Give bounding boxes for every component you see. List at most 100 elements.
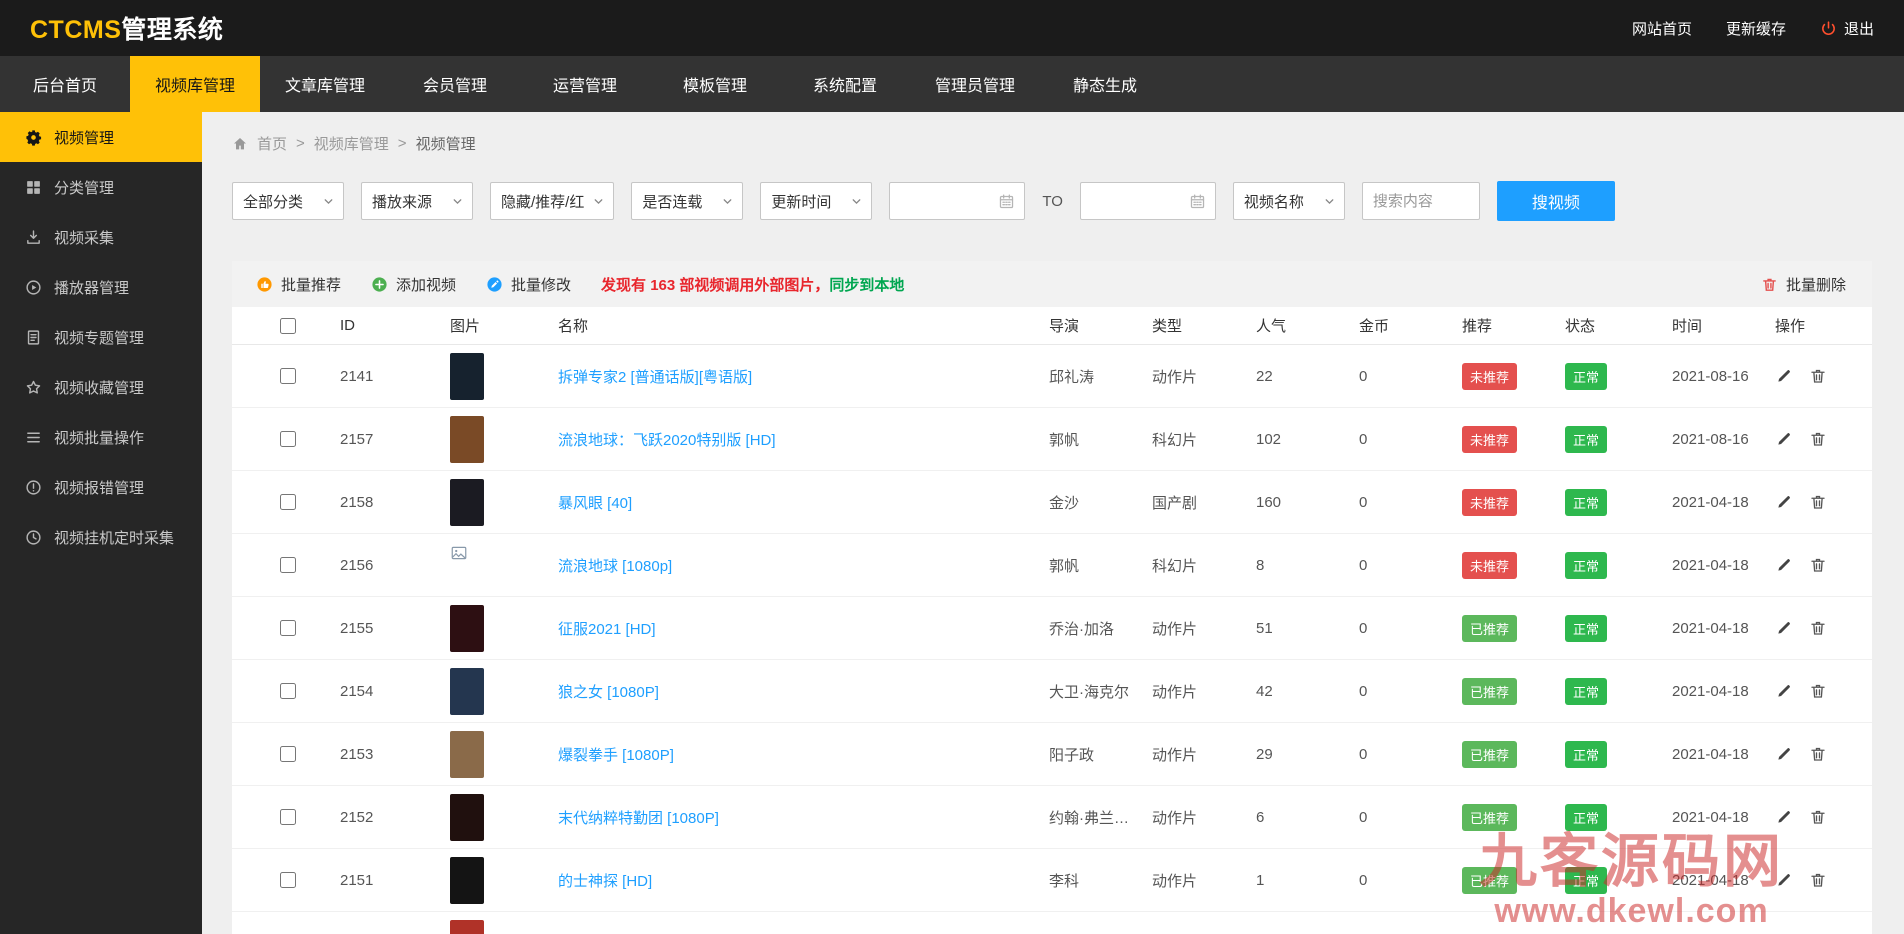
- edit-icon[interactable]: [1775, 367, 1793, 385]
- video-title-link[interactable]: 拆弹专家2 [普通话版][粤语版]: [558, 369, 752, 386]
- breadcrumb-video-library[interactable]: 视频库管理: [314, 133, 389, 154]
- batch-delete-button[interactable]: 批量删除: [1761, 274, 1846, 295]
- video-id: 2153: [340, 745, 374, 763]
- search-video-button[interactable]: 搜视频: [1496, 181, 1615, 221]
- sidebar-item-category-manage[interactable]: 分类管理: [0, 162, 202, 212]
- time-field-select[interactable]: 更新时间: [760, 182, 873, 220]
- table-row: 2151 的士神探 [HD] 李科 动作片 1 0 已推荐 正常 2021-04-18: [232, 849, 1872, 912]
- row-checkbox[interactable]: [280, 746, 296, 762]
- edit-icon[interactable]: [1775, 619, 1793, 637]
- sidebar-item-player-manage[interactable]: 播放器管理: [0, 262, 202, 312]
- select-all-checkbox[interactable]: [280, 317, 296, 334]
- delete-icon[interactable]: [1809, 556, 1827, 574]
- delete-icon[interactable]: [1809, 367, 1827, 385]
- recommend-badge[interactable]: 未推荐: [1462, 362, 1518, 390]
- category-select[interactable]: 全部分类: [232, 182, 344, 220]
- flag-select[interactable]: 隐藏/推荐/红: [490, 182, 615, 220]
- delete-icon[interactable]: [1809, 745, 1827, 763]
- sidebar-item-video-collect[interactable]: 视频采集: [0, 212, 202, 262]
- add-video-button[interactable]: 添加视频: [371, 274, 456, 295]
- nav-tab-templates[interactable]: 模板管理: [650, 56, 780, 112]
- row-checkbox[interactable]: [280, 683, 296, 699]
- status-badge[interactable]: 正常: [1565, 488, 1608, 516]
- edit-icon[interactable]: [1775, 493, 1793, 511]
- filter-bar: 全部分类 播放来源 隐藏/推荐/红 是否连载 更新时间 TO 视频名称 搜索内容…: [232, 181, 1872, 221]
- nav-tab-video-library[interactable]: 视频库管理: [130, 56, 260, 112]
- row-checkbox[interactable]: [280, 620, 296, 636]
- nav-tab-article-library[interactable]: 文章库管理: [260, 56, 390, 112]
- search-field-select[interactable]: 视频名称: [1232, 182, 1345, 220]
- nav-tab-static-generate[interactable]: 静态生成: [1040, 56, 1170, 112]
- delete-icon[interactable]: [1809, 871, 1827, 889]
- sidebar-item-video-batch[interactable]: 视频批量操作: [0, 412, 202, 462]
- date-from-input[interactable]: [889, 182, 1026, 220]
- status-badge[interactable]: 正常: [1565, 803, 1608, 831]
- date-to-input[interactable]: [1079, 182, 1216, 220]
- sync-to-local-link[interactable]: 同步到本地: [829, 274, 904, 295]
- video-title-link[interactable]: 暴风眼 [40]: [558, 495, 632, 512]
- video-title-link[interactable]: 的士神探 [HD]: [558, 873, 652, 890]
- status-badge[interactable]: 正常: [1565, 425, 1608, 453]
- delete-icon[interactable]: [1809, 619, 1827, 637]
- edit-icon[interactable]: [1775, 745, 1793, 763]
- breadcrumb-home[interactable]: 首页: [257, 133, 287, 154]
- status-badge[interactable]: 正常: [1565, 551, 1608, 579]
- delete-icon[interactable]: [1809, 430, 1827, 448]
- delete-icon[interactable]: [1809, 682, 1827, 700]
- nav-tab-dashboard[interactable]: 后台首页: [0, 56, 130, 112]
- nav-tab-admin-manage[interactable]: 管理员管理: [910, 56, 1040, 112]
- delete-icon[interactable]: [1809, 808, 1827, 826]
- video-title-link[interactable]: 流浪地球：飞跃2020特别版 [HD]: [558, 432, 776, 449]
- refresh-cache-link[interactable]: 更新缓存: [1726, 18, 1786, 39]
- nav-tab-system-config[interactable]: 系统配置: [780, 56, 910, 112]
- video-title-link[interactable]: 爆裂拳手 [1080P]: [558, 747, 674, 764]
- serial-select[interactable]: 是否连载: [631, 182, 744, 220]
- status-badge[interactable]: 正常: [1565, 677, 1608, 705]
- row-checkbox[interactable]: [280, 872, 296, 888]
- table-body: 2141 拆弹专家2 [普通话版][粤语版] 邱礼涛 动作片 22 0 未推荐 正常 2021-…: [232, 345, 1872, 934]
- notice-text: 发现有 163 部视频调用外部图片，: [601, 276, 830, 294]
- edit-icon[interactable]: [1775, 808, 1793, 826]
- recommend-badge[interactable]: 未推荐: [1462, 488, 1518, 516]
- row-checkbox[interactable]: [280, 557, 296, 573]
- search-input[interactable]: [1361, 182, 1480, 220]
- recommend-badge[interactable]: 已推荐: [1462, 740, 1518, 768]
- status-badge[interactable]: 正常: [1565, 866, 1608, 894]
- row-checkbox[interactable]: [280, 809, 296, 825]
- sidebar-item-video-favorites[interactable]: 视频收藏管理: [0, 362, 202, 412]
- recommend-badge[interactable]: 未推荐: [1462, 551, 1518, 579]
- row-checkbox[interactable]: [280, 368, 296, 384]
- play-source-select[interactable]: 播放来源: [361, 182, 473, 220]
- batch-recommend-button[interactable]: 批量推荐: [256, 274, 341, 295]
- batch-edit-button[interactable]: 批量修改: [486, 274, 571, 295]
- video-title-link[interactable]: 征服2021 [HD]: [558, 621, 656, 638]
- recommend-badge[interactable]: 已推荐: [1462, 614, 1518, 642]
- video-title-link[interactable]: 末代纳粹特勤团 [1080P]: [558, 810, 719, 827]
- nav-tab-operations[interactable]: 运营管理: [520, 56, 650, 112]
- row-checkbox[interactable]: [280, 431, 296, 447]
- recommend-badge[interactable]: 未推荐: [1462, 425, 1518, 453]
- edit-icon[interactable]: [1775, 430, 1793, 448]
- recommend-badge[interactable]: 已推荐: [1462, 866, 1518, 894]
- recommend-badge[interactable]: 已推荐: [1462, 803, 1518, 831]
- nav-tab-members[interactable]: 会员管理: [390, 56, 520, 112]
- edit-icon[interactable]: [1775, 556, 1793, 574]
- video-title-link[interactable]: 流浪地球 [1080p]: [558, 558, 672, 575]
- table-row: 2158 暴风眼 [40] 金沙 国产剧 160 0 未推荐 正常 2021-04-18: [232, 471, 1872, 534]
- edit-icon[interactable]: [1775, 871, 1793, 889]
- error-icon: [25, 479, 42, 496]
- sidebar-item-video-cron-collect[interactable]: 视频挂机定时采集: [0, 512, 202, 562]
- row-checkbox[interactable]: [280, 494, 296, 510]
- status-badge[interactable]: 正常: [1565, 362, 1608, 390]
- sidebar-item-video-errors[interactable]: 视频报错管理: [0, 462, 202, 512]
- sidebar-item-video-special[interactable]: 视频专题管理: [0, 312, 202, 362]
- site-home-link[interactable]: 网站首页: [1632, 18, 1692, 39]
- status-badge[interactable]: 正常: [1565, 614, 1608, 642]
- delete-icon[interactable]: [1809, 493, 1827, 511]
- recommend-badge[interactable]: 已推荐: [1462, 677, 1518, 705]
- video-title-link[interactable]: 狼之女 [1080P]: [558, 684, 659, 701]
- logout-link[interactable]: 退出: [1820, 18, 1874, 39]
- status-badge[interactable]: 正常: [1565, 740, 1608, 768]
- edit-icon[interactable]: [1775, 682, 1793, 700]
- sidebar-item-video-manage[interactable]: 视频管理: [0, 112, 202, 162]
